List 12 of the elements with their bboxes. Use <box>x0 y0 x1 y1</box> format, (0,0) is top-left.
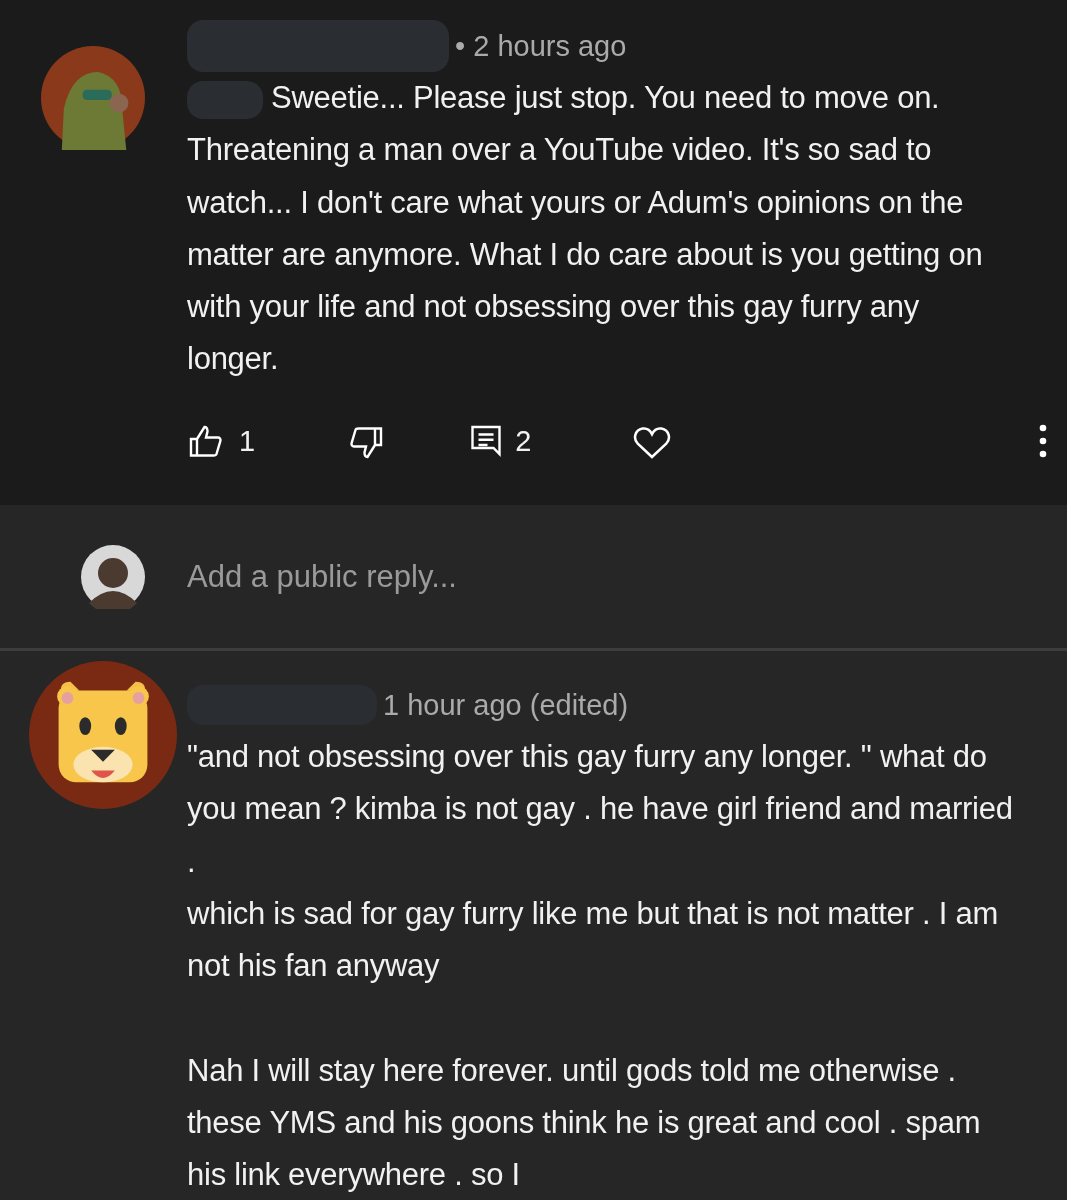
reply-icon[interactable] <box>471 424 502 459</box>
comment-text: "and not obsessing over this gay furry any longer. " what do you mean ? kimba is not gay . he have girl friend and married . which is sad for gay furry like me but that is not matter . I am not his fan anyway Nah I will stay here forever. until gods told me otherwise . these YMS and his goons think he is great and cool . spam his link everywhere . so I <box>187 738 1014 1195</box>
thumbs-up-icon[interactable] <box>187 423 225 460</box>
comment-text: Sweetie... Please just stop. You need to move on. Threatening a man over a YouTube video. It's so sad to watch... I don't care what yours or Adum's opinions on the matter are anymore. What I do care about is you getting on with your life and not obsessing over this gay furry any longer. <box>187 79 984 379</box>
more-options-icon[interactable] <box>1039 423 1047 458</box>
reply-count: 2 <box>515 425 532 459</box>
reply-field[interactable]: Add a public reply... <box>187 558 887 595</box>
lion-avatar[interactable] <box>29 661 177 809</box>
like-count: 1 <box>239 425 256 459</box>
comment-time: • 2 hours ago <box>455 29 627 63</box>
comment-time: 1 hour ago (edited) <box>383 688 629 722</box>
avatar[interactable] <box>81 544 145 609</box>
